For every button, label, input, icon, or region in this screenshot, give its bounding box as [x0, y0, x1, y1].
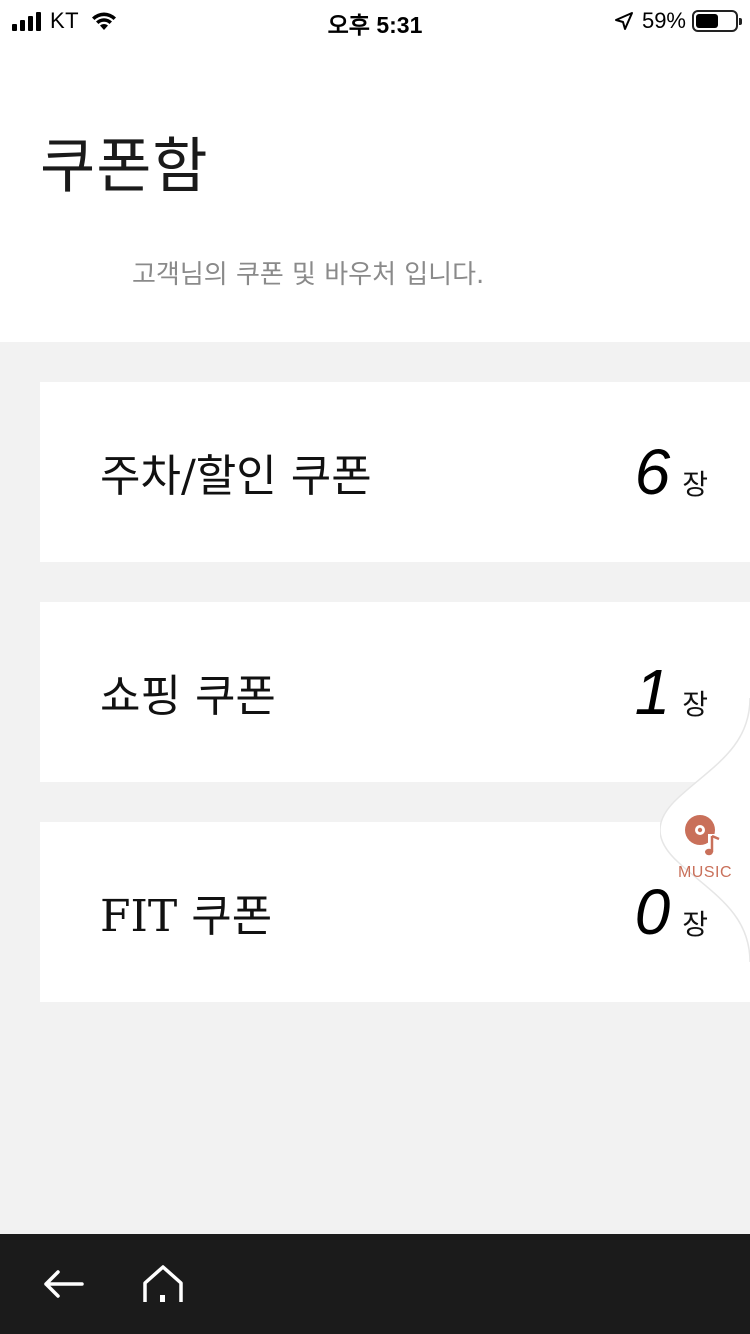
coupon-list: 주차/할인 쿠폰 6 장 쇼핑 쿠폰 1 장 FIT 쿠폰 0 장 — [0, 342, 750, 1234]
page-title: 쿠폰함 — [40, 132, 209, 202]
bottom-nav — [0, 1234, 750, 1334]
battery-level — [696, 14, 719, 28]
coupon-name: 주차/할인 쿠폰 — [100, 451, 372, 502]
location-arrow-icon — [614, 12, 633, 30]
battery-percent: 59% — [641, 8, 686, 33]
music-tab[interactable]: MUSIC — [660, 698, 750, 962]
coupon-name: FIT 쿠폰 — [100, 891, 273, 942]
coupon-count-unit: 장 — [682, 468, 708, 501]
status-right: 59% — [614, 6, 742, 36]
battery-icon — [692, 10, 742, 32]
coupon-card-parking-discount[interactable]: 주차/할인 쿠폰 6 장 — [40, 382, 750, 562]
status-bar: KT 오후 5:31 59% — [0, 0, 750, 40]
music-label: MUSIC — [677, 864, 733, 881]
coupon-count-number: 6 — [634, 436, 671, 508]
page-subtitle: 고객님의 쿠폰 및 바우처 입니다. — [132, 260, 485, 290]
home-button[interactable] — [140, 1264, 186, 1304]
back-arrow-icon — [44, 1270, 84, 1298]
coupon-card-fit[interactable]: FIT 쿠폰 0 장 — [40, 822, 750, 1002]
home-icon — [143, 1265, 183, 1302]
back-button[interactable] — [40, 1264, 86, 1304]
coupon-name: 쇼핑 쿠폰 — [100, 671, 276, 722]
coupon-card-shopping[interactable]: 쇼핑 쿠폰 1 장 — [40, 602, 750, 782]
music-disc-icon — [685, 815, 720, 856]
coupon-count: 6 장 — [635, 382, 708, 562]
